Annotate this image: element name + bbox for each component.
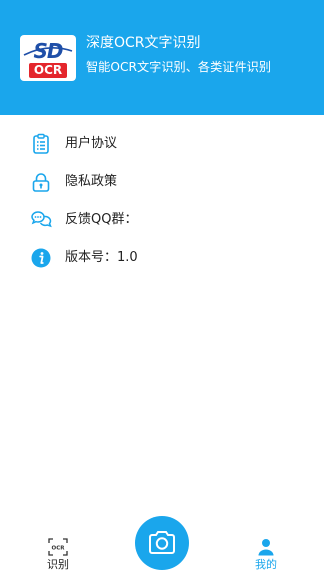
menu-label-privacy-policy: 隐私政策 bbox=[65, 174, 118, 189]
profile-header: SD OCR 深度OCR文字识别 智能OCR文字识别、各类证件识别 bbox=[0, 0, 324, 115]
app-title: 深度OCR文字识别 bbox=[86, 35, 201, 51]
menu-label-user-agreement: 用户协议 bbox=[65, 136, 118, 151]
logo-ocr-text: OCR bbox=[29, 63, 67, 78]
ocr-scan-icon: OCR bbox=[48, 538, 68, 556]
lock-icon bbox=[32, 173, 50, 192]
menu-label-feedback-qq: 反馈QQ群： bbox=[65, 212, 138, 227]
app-subtitle: 智能OCR文字识别、各类证件识别 bbox=[86, 60, 272, 74]
menu-item-user-agreement[interactable]: 用户协议 bbox=[0, 126, 324, 162]
chat-bubbles-icon bbox=[31, 211, 52, 228]
user-icon bbox=[258, 539, 274, 556]
menu-item-privacy-policy[interactable]: 隐私政策 bbox=[0, 164, 324, 200]
menu-item-version: 版本号：1.0 bbox=[0, 240, 324, 276]
tab-label-recognize: 识别 bbox=[47, 558, 69, 571]
tab-mine[interactable]: 我的 bbox=[236, 520, 296, 576]
app-logo: SD OCR bbox=[20, 35, 76, 81]
menu-item-feedback-qq[interactable]: 反馈QQ群： bbox=[0, 202, 324, 238]
tab-label-mine: 我的 bbox=[255, 558, 277, 571]
camera-button[interactable] bbox=[135, 516, 189, 570]
tab-recognize[interactable]: OCR 识别 bbox=[28, 520, 88, 576]
menu-label-version: 版本号：1.0 bbox=[65, 250, 138, 265]
logo-sd-text: SD bbox=[33, 39, 63, 63]
svg-text:OCR: OCR bbox=[52, 546, 66, 552]
clipboard-list-icon bbox=[33, 133, 49, 154]
camera-icon bbox=[149, 531, 175, 554]
info-icon bbox=[31, 248, 51, 268]
